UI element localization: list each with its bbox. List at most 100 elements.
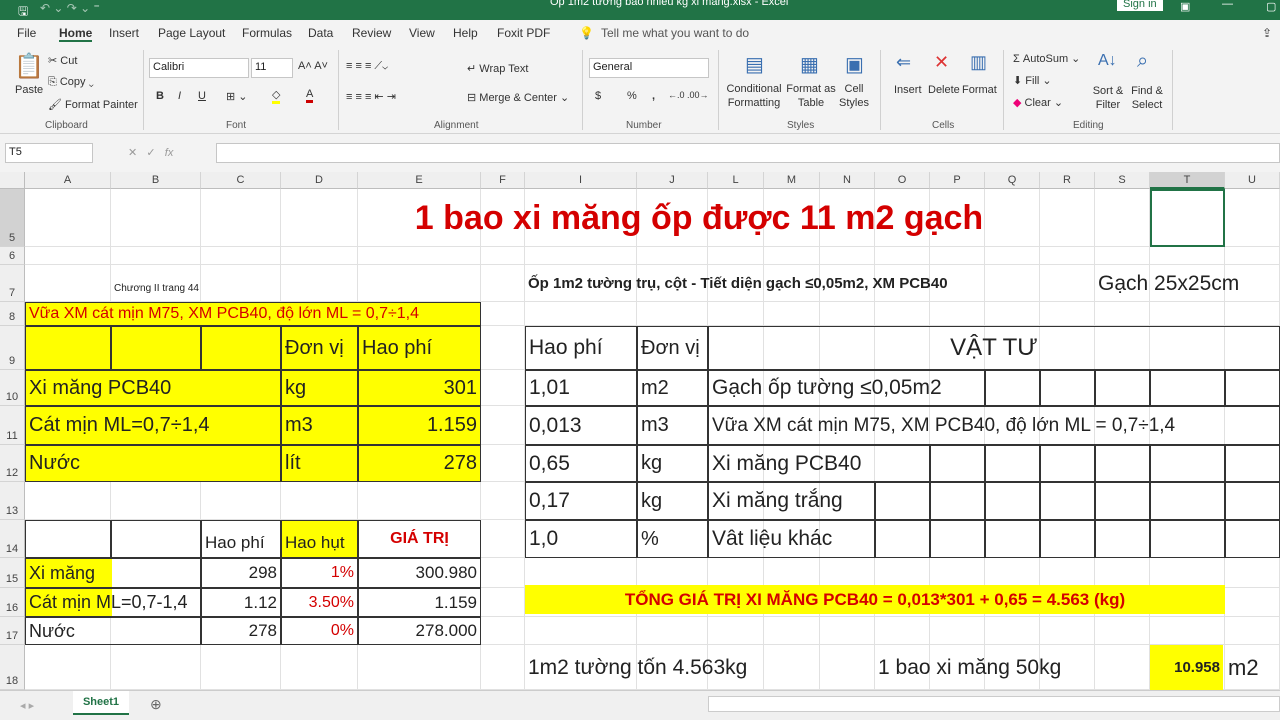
format-as-table-button[interactable]: Format as Table [786,82,836,110]
ribbon-display-icon[interactable]: ▣ [1180,0,1190,13]
column-header-D[interactable]: D [281,172,358,189]
tell-me-search[interactable]: Tell me what you want to do [601,26,749,40]
align-top-icons[interactable]: ≡ ≡ ≡ ⟋⌄ [346,60,388,73]
column-header-I[interactable]: I [525,172,637,189]
format-painter-button[interactable]: 🖌 Format Painter [48,98,138,111]
row-header-8[interactable]: 8 [0,302,25,326]
decimal-icons[interactable]: ←.0 .00→ [668,90,709,100]
comma-button[interactable]: , [652,90,655,102]
clear-button[interactable]: ◆ Clear ⌄ [1013,96,1063,109]
borders-icon[interactable]: ⊞ ⌄ [226,90,248,103]
cancel-enter-fx-icons[interactable]: ✕ ✓ fx [128,146,173,159]
find-select-button[interactable]: Find & Select [1128,84,1166,112]
tab-help[interactable]: Help [453,26,478,40]
add-sheet-icon[interactable]: ⊕ [150,696,162,713]
restore-icon[interactable]: ▢ [1266,0,1276,13]
font-size-buttons[interactable]: A˄ A˅ [298,60,328,72]
row-header-6[interactable]: 6 [0,247,25,265]
cut-button[interactable]: ✂ Cut [48,54,77,67]
currency-button[interactable]: $ [595,90,601,102]
font-size-select[interactable]: 11 [251,58,293,78]
sheet-nav-arrows[interactable]: ◂ ▸ [20,699,34,712]
tab-formulas[interactable]: Formulas [242,26,292,40]
insert-button[interactable]: Insert [894,84,922,96]
select-all-corner[interactable] [0,172,25,189]
percent-button[interactable]: % [627,90,637,102]
conditional-formatting-button[interactable]: Conditional Formatting [724,82,784,110]
tab-file[interactable]: File [17,26,36,40]
editing-group-label: Editing [1073,120,1104,131]
column-header-U[interactable]: U [1225,172,1280,189]
material-value: 301 [358,370,481,406]
row-header-15[interactable]: 15 [0,558,25,588]
undo-icon[interactable]: ↶ ⌄ ↷ ⌄ ⁼ [40,1,100,15]
worksheet-grid[interactable]: A B C D E F I J L M N O P Q R S T U 5 6 7 8 9 10 11 12 13 14 15 16 17 1… [0,172,1280,690]
tab-review[interactable]: Review [352,26,391,40]
right-empty-cell [1095,370,1150,406]
column-header-A[interactable]: A [25,172,111,189]
sheet-tab-sheet1[interactable]: Sheet1 [73,691,129,715]
row-header-17[interactable]: 17 [0,617,25,645]
column-header-P[interactable]: P [930,172,985,189]
row-header-16[interactable]: 16 [0,588,25,617]
column-header-C[interactable]: C [201,172,281,189]
delete-button[interactable]: Delete [928,84,960,96]
copy-button[interactable]: ⎘ Copy ⌄ [48,76,94,89]
row-header-7[interactable]: 7 [0,265,25,302]
cells-group-label: Cells [932,120,955,131]
column-header-T[interactable]: T [1150,172,1225,189]
name-box[interactable]: T5 [5,143,93,163]
right-empty-cell [1150,370,1225,406]
column-header-O[interactable]: O [875,172,930,189]
row-header-5[interactable]: 5 [0,189,25,247]
wrap-text-button[interactable]: ↵ Wrap Text [467,62,528,75]
column-header-N[interactable]: N [820,172,875,189]
tab-foxit-pdf[interactable]: Foxit PDF [497,26,550,40]
column-header-J[interactable]: J [637,172,708,189]
paste-button[interactable]: Paste [15,84,43,96]
autosum-button[interactable]: Σ AutoSum ⌄ [1013,52,1080,65]
horizontal-scrollbar[interactable] [708,696,1280,712]
row-header-18[interactable]: 18 [0,645,25,690]
format-button[interactable]: Format [962,84,997,96]
tab-view[interactable]: View [409,26,435,40]
tab-insert[interactable]: Insert [109,26,139,40]
column-header-B[interactable]: B [111,172,201,189]
cell-styles-button[interactable]: Cell Styles [836,82,872,110]
sort-filter-button[interactable]: Sort & Filter [1090,84,1126,112]
column-header-E[interactable]: E [358,172,481,189]
tab-home[interactable]: Home [59,26,93,42]
tab-data[interactable]: Data [308,26,333,40]
column-header-S[interactable]: S [1095,172,1150,189]
row-header-14[interactable]: 14 [0,520,25,558]
number-format-select[interactable]: General [589,58,709,78]
underline-button[interactable]: U [198,90,206,102]
font-name-select[interactable]: Calibri [149,58,249,78]
minimize-icon[interactable]: — [1222,0,1233,10]
bold-button[interactable]: B [156,90,164,102]
column-header-F[interactable]: F [481,172,525,189]
left-table-header: Vữa XM cát mịn M75, XM PCB40, độ lớn ML … [25,302,481,326]
column-header-M[interactable]: M [764,172,820,189]
row-header-9[interactable]: 9 [0,326,25,370]
column-header-Q[interactable]: Q [985,172,1040,189]
merge-center-button[interactable]: ⊟ Merge & Center ⌄ [467,91,569,104]
tab-page-layout[interactable]: Page Layout [158,26,225,40]
fill-color-icon[interactable]: ◇ [272,88,281,104]
share-icon[interactable]: ⇪ [1262,26,1272,40]
row-header-10[interactable]: 10 [0,370,25,406]
paste-icon[interactable]: 📋 [14,52,44,81]
sign-in-button[interactable]: Sign in [1117,0,1163,11]
font-color-icon[interactable]: A [306,88,314,103]
fill-button[interactable]: ⬇ Fill ⌄ [1013,74,1052,87]
align-left-icons[interactable]: ≡ ≡ ≡ ⇤ ⇥ [346,90,396,103]
italic-button[interactable]: I [178,90,181,102]
column-header-L[interactable]: L [708,172,764,189]
selected-cell-T5[interactable] [1150,189,1225,247]
row-header-13[interactable]: 13 [0,482,25,520]
copy-label: Copy [59,76,86,88]
formula-input[interactable] [216,143,1280,163]
row-header-11[interactable]: 11 [0,406,25,445]
column-header-R[interactable]: R [1040,172,1095,189]
row-header-12[interactable]: 12 [0,445,25,482]
